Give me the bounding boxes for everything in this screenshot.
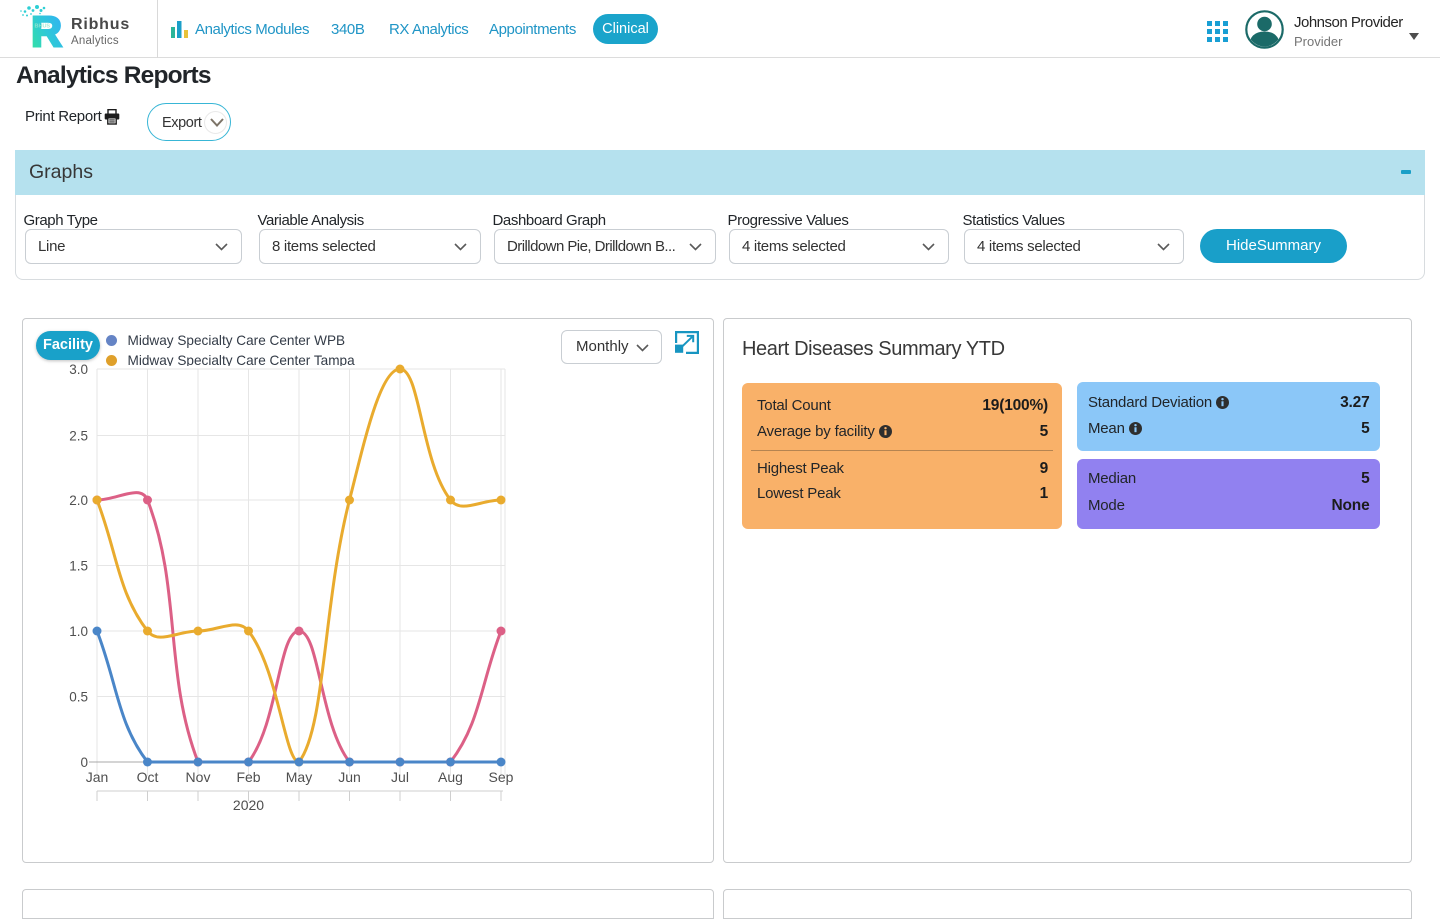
svg-text:0.5: 0.5 bbox=[69, 690, 88, 705]
svg-text:May: May bbox=[286, 769, 312, 785]
svg-text:BHUS: BHUS bbox=[35, 24, 51, 30]
svg-text:Jun: Jun bbox=[338, 769, 361, 785]
svg-text:Aug: Aug bbox=[438, 769, 463, 785]
svg-text:2020: 2020 bbox=[233, 797, 264, 813]
svg-text:Feb: Feb bbox=[236, 769, 260, 785]
svg-text:1.5: 1.5 bbox=[69, 559, 88, 574]
svg-text:2.5: 2.5 bbox=[69, 429, 88, 444]
svg-text:Sep: Sep bbox=[489, 769, 514, 785]
svg-text:R: R bbox=[31, 8, 62, 56]
svg-text:Nov: Nov bbox=[186, 769, 211, 785]
svg-text:Jan: Jan bbox=[86, 769, 109, 785]
svg-text:2.0: 2.0 bbox=[69, 493, 88, 508]
svg-text:0: 0 bbox=[80, 755, 88, 770]
svg-text:1.0: 1.0 bbox=[69, 624, 88, 639]
svg-text:3.0: 3.0 bbox=[69, 362, 88, 377]
svg-text:Oct: Oct bbox=[137, 769, 159, 785]
svg-text:Jul: Jul bbox=[391, 769, 409, 785]
